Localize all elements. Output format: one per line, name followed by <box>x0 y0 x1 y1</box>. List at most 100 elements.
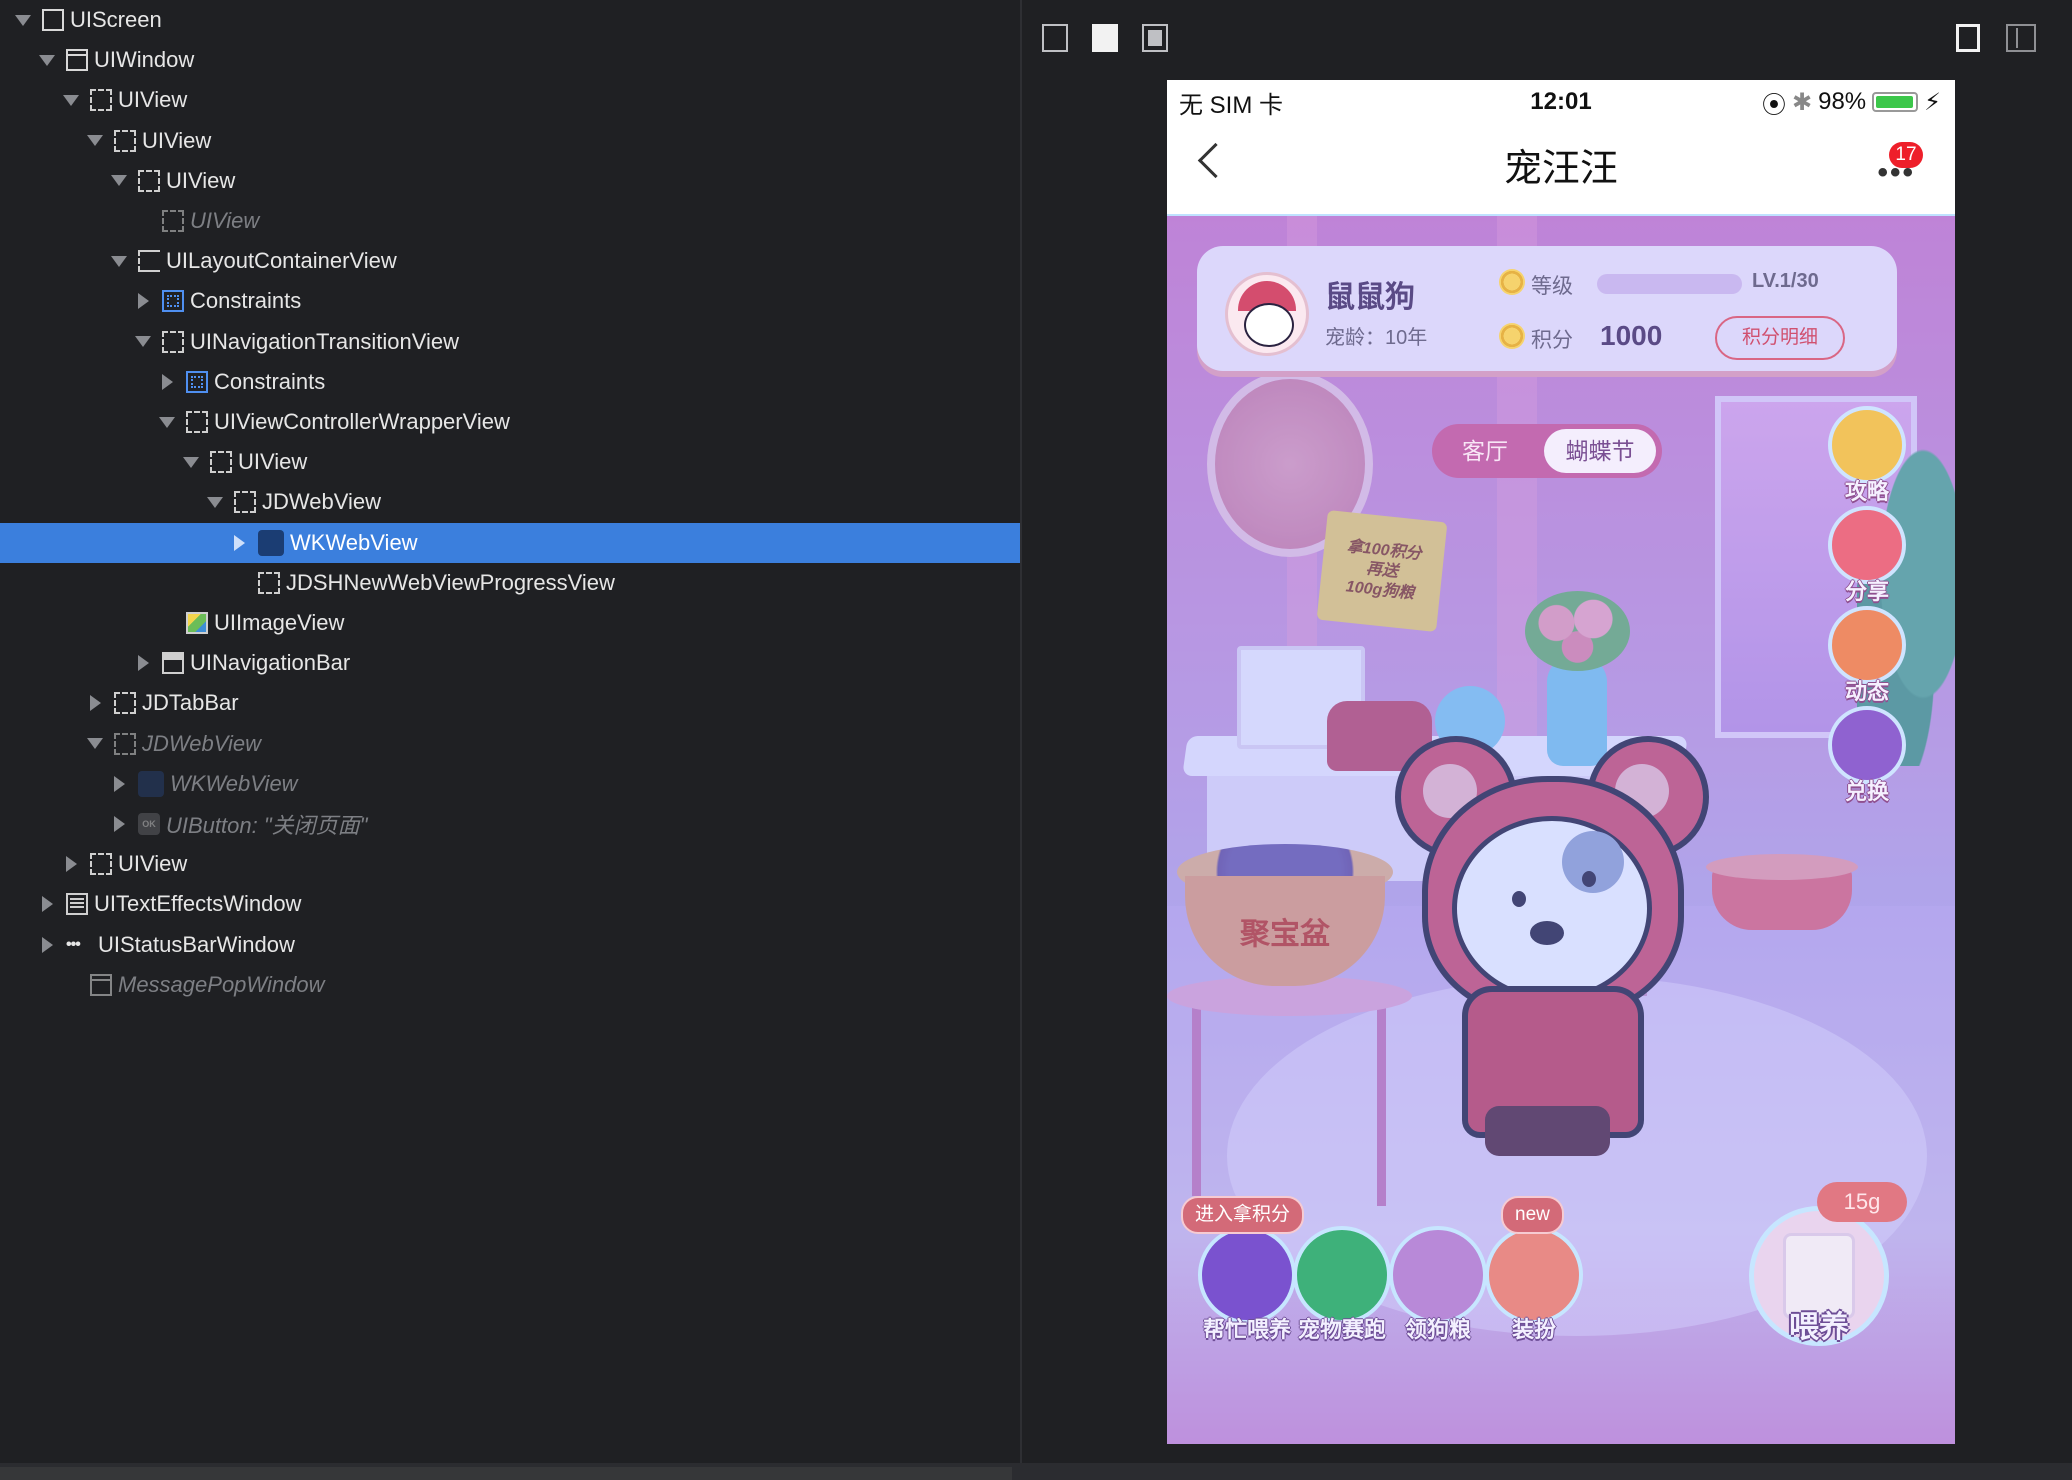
tree-row-uiviewcontrollerwrapperview[interactable]: UIViewControllerWrapperView <box>0 402 1020 442</box>
bottom-action-4[interactable]: 装扮 <box>1479 1226 1589 1344</box>
disclosure-collapsed-icon[interactable] <box>158 373 176 391</box>
tree-row-uistatusbarwindow[interactable]: ••• UIStatusBarWindow <box>0 925 1020 965</box>
navigation-bar-icon <box>162 652 184 675</box>
side-action-4[interactable]: 兑换 <box>1822 706 1912 806</box>
tree-row-uiview[interactable]: UIView <box>0 844 1020 884</box>
tree-row-uitexteffectswindow[interactable]: UITextEffectsWindow <box>0 884 1020 924</box>
room-tabs: 客厅 蝴蝶节 <box>1432 424 1662 478</box>
tree-row-jdwebview[interactable]: JDWebView <box>0 482 1020 522</box>
level-label: 等级 <box>1531 275 1573 298</box>
disclosure-expanded-icon[interactable] <box>62 91 80 109</box>
disclosure-expanded-icon[interactable] <box>86 735 104 753</box>
paper-plane-icon <box>1828 506 1906 584</box>
points-detail-button[interactable]: 积分明细 <box>1715 316 1845 360</box>
view-icon <box>186 411 208 433</box>
bottom-action-1[interactable]: 帮忙喂养 <box>1192 1226 1302 1344</box>
phone-preview: 无 SIM 卡 12:01 ⦿ ✱ 98% ⚡ 宠汪汪 ••• 17 拿100积… <box>1167 80 1955 1444</box>
tree-row-uiview[interactable]: UIView <box>0 161 1020 201</box>
tree-row-uiview[interactable]: UIView <box>0 80 1020 120</box>
tree-row-jdtabbar[interactable]: JDTabBar <box>0 683 1020 723</box>
tab-living-room[interactable]: 客厅 <box>1442 429 1528 473</box>
tree-row-label: UILayoutContainerView <box>166 248 397 274</box>
tree-row-messagepopwindow[interactable]: MessagePopWindow <box>0 965 1020 1005</box>
side-action-1[interactable]: 攻略 <box>1822 406 1912 506</box>
tree-row-wkwebview[interactable]: WKWebView <box>0 764 1020 804</box>
tree-row-uiimageview[interactable]: UIImageView <box>0 603 1020 643</box>
side-action-2[interactable]: 分享 <box>1822 506 1912 606</box>
tree-row-label: UIView <box>118 851 188 877</box>
view-icon <box>90 853 112 876</box>
tree-row-uilayoutcontainerview[interactable]: UILayoutContainerView <box>0 241 1020 281</box>
disclosure-expanded-icon[interactable] <box>182 453 200 471</box>
pet-avatar[interactable] <box>1225 272 1309 356</box>
disclosure-collapsed-icon[interactable] <box>110 815 128 833</box>
tree-row-constraints[interactable]: Constraints <box>0 362 1020 402</box>
disclosure-expanded-icon[interactable] <box>206 493 224 511</box>
disclosure-expanded-icon[interactable] <box>110 172 128 190</box>
tree-row-label: UIImageView <box>214 610 345 635</box>
tree-row-uiwindow[interactable]: UIWindow <box>0 40 1020 80</box>
disclosure-collapsed-icon[interactable] <box>86 694 104 712</box>
feed-label: 喂养 <box>1789 1311 1849 1344</box>
tree-row-uiview[interactable]: UIView <box>0 201 1020 241</box>
tree-row-uinavigationtransitionview[interactable]: UINavigationTransitionView <box>0 322 1020 362</box>
disclosure-expanded-icon[interactable] <box>14 11 32 29</box>
text-window-icon <box>66 893 88 916</box>
disclosure-expanded-icon[interactable] <box>86 132 104 150</box>
disclosure-collapsed-icon[interactable] <box>38 895 56 913</box>
disclosure-collapsed-icon[interactable] <box>62 855 80 873</box>
device-single-icon[interactable] <box>1956 24 1980 52</box>
disclosure-collapsed-icon[interactable] <box>38 936 56 954</box>
disclosure-collapsed-icon[interactable] <box>134 654 152 672</box>
bluetooth-icon: ✱ <box>1791 88 1813 116</box>
web-game-view: 拿100积分 再送 100g狗粮 聚宝盆 鼠鼠狗 宠龄：10年 等级 LV.1/… <box>1167 216 1955 1444</box>
view-icon <box>138 169 160 192</box>
disclosure-expanded-icon[interactable] <box>110 252 128 270</box>
scrollbar-thumb[interactable] <box>0 1467 1012 1480</box>
layout-container-icon <box>138 250 160 273</box>
tree-row-label: MessagePopWindow <box>118 971 325 997</box>
tree-row-label: JDWebView <box>262 489 382 515</box>
tree-row-uinavigationbar[interactable]: UINavigationBar <box>0 643 1020 683</box>
trophy-icon <box>1293 1226 1391 1324</box>
tab-bow-festival[interactable]: 蝴蝶节 <box>1544 429 1656 473</box>
view-icon <box>90 89 112 112</box>
device-split-icon[interactable] <box>2006 24 2036 52</box>
bottom-scroll-bar[interactable] <box>0 1463 2072 1480</box>
tree-row-uibutton[interactable]: OK UIButton: "关闭页面" <box>0 804 1020 844</box>
tree-row-uiscreen[interactable]: UIScreen <box>0 0 1020 40</box>
level-progress-bar <box>1597 274 1742 294</box>
tree-row-jdshnewwebviewprogressview[interactable]: JDSHNewWebViewProgressView <box>0 563 1020 603</box>
status-right: ⦿ ✱ 98% ⚡ <box>1762 85 1941 120</box>
disclosure-expanded-icon[interactable] <box>38 51 56 69</box>
tree-row-uiview[interactable]: UIView <box>0 121 1020 161</box>
dog-food-icon <box>1389 1226 1487 1324</box>
disclosure-collapsed-icon[interactable] <box>110 775 128 793</box>
tree-row-constraints[interactable]: Constraints <box>0 281 1020 321</box>
tree-row-label: UIView <box>190 208 260 233</box>
bottom-action-label: 装扮 <box>1511 1317 1556 1342</box>
side-action-3[interactable]: 动态 <box>1822 606 1912 706</box>
points-label: 积分 <box>1531 329 1573 352</box>
disclosure-collapsed-icon[interactable] <box>230 534 248 552</box>
disclosure-expanded-icon[interactable] <box>158 413 176 431</box>
disclosure-collapsed-icon[interactable] <box>134 292 152 310</box>
tree-row-label: UIScreen <box>70 7 162 32</box>
disclosure-expanded-icon[interactable] <box>134 333 152 351</box>
frame-content-icon[interactable] <box>1142 24 1168 52</box>
view-icon <box>234 491 256 514</box>
tree-row-jdwebview[interactable]: JDWebView <box>0 724 1020 764</box>
side-action-label: 分享 <box>1844 579 1889 604</box>
frame-outline-icon[interactable] <box>1042 24 1068 52</box>
level-value: LV.1/30 <box>1752 270 1819 292</box>
bottom-action-3[interactable]: 领狗粮 <box>1383 1226 1493 1344</box>
tree-row-uiview[interactable]: UIView <box>0 442 1020 482</box>
bottom-action-2[interactable]: 宠物赛跑 <box>1287 1226 1397 1344</box>
frame-filled-icon[interactable] <box>1092 24 1118 52</box>
tree-row-wkwebview[interactable]: WKWebView <box>0 522 1020 563</box>
view-icon <box>114 692 136 715</box>
tree-row-label: UIButton: "关闭页面" <box>166 813 368 838</box>
view-icon <box>162 210 184 232</box>
